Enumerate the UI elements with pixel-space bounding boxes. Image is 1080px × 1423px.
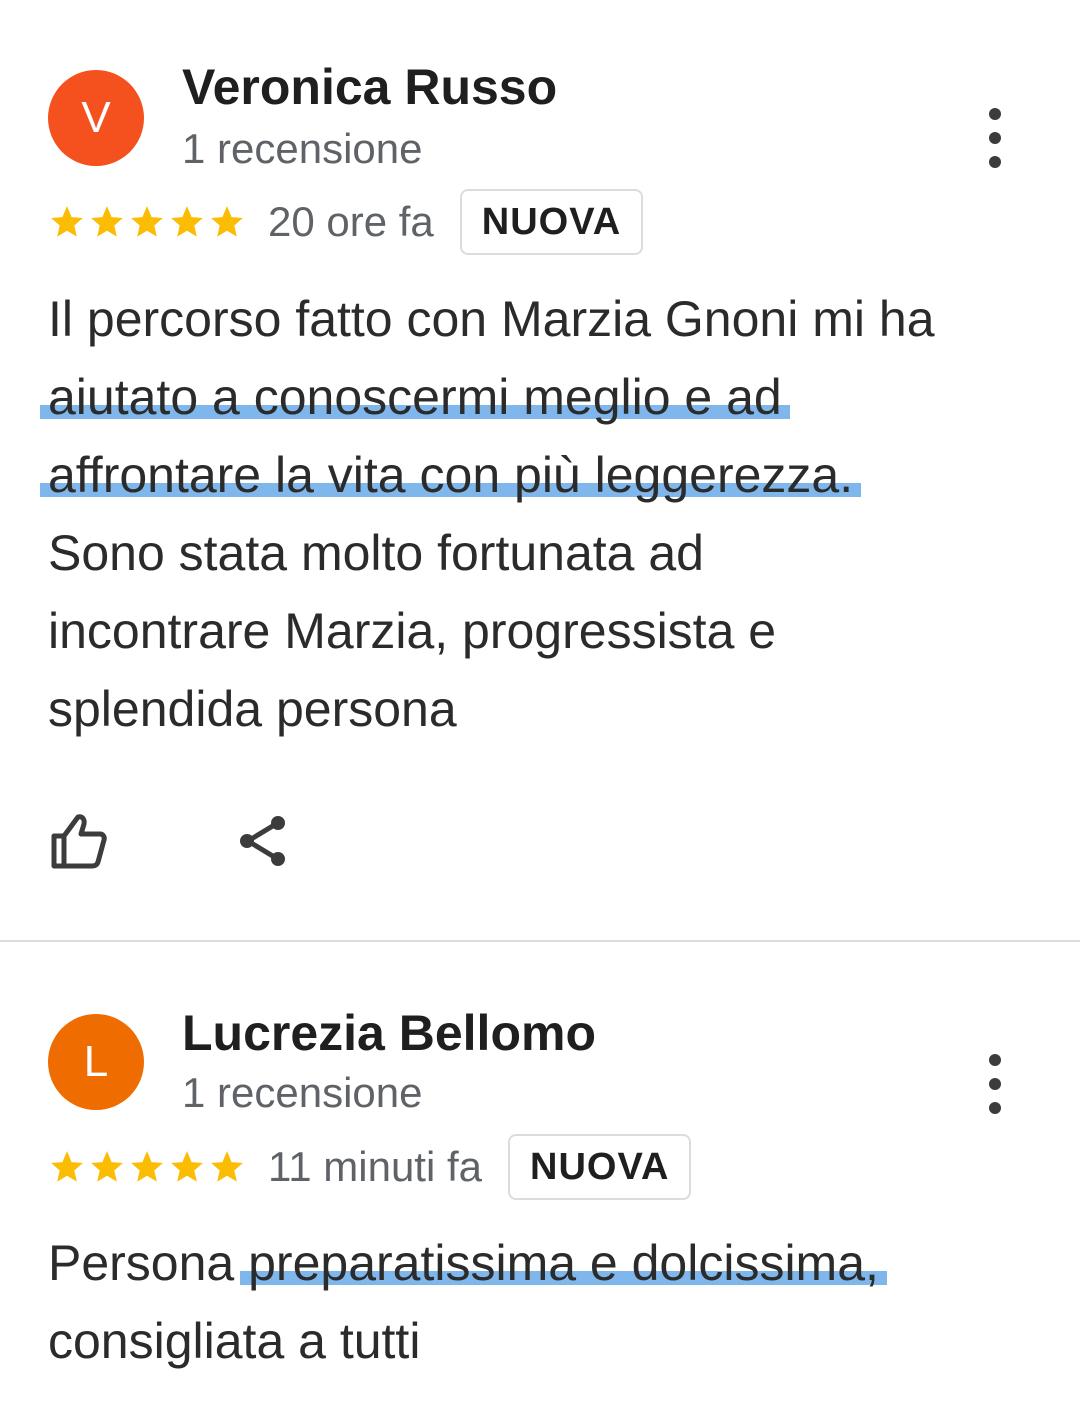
avatar[interactable]: V bbox=[48, 70, 144, 166]
share-icon[interactable] bbox=[238, 814, 288, 868]
star-icon bbox=[211, 206, 243, 237]
highlighted-text: affrontare la vita con più leggerezza. bbox=[48, 447, 854, 503]
rating-row: 11 minuti fa NUOVA bbox=[48, 1134, 692, 1200]
review-line: Il percorso fatto con Marzia Gnoni mi ha bbox=[48, 291, 935, 347]
review-line-highlighted: affrontare la vita con più leggerezza. bbox=[48, 436, 1048, 514]
review-line: splendida persona bbox=[48, 681, 457, 737]
star-icon bbox=[91, 206, 123, 237]
rating-row: 20 ore fa NUOVA bbox=[48, 189, 644, 255]
more-vert-icon[interactable] bbox=[980, 1054, 1010, 1114]
avatar[interactable]: L bbox=[48, 1014, 144, 1110]
review-card: L Lucrezia Bellomo 1 recensione 11 minut… bbox=[0, 942, 1080, 1423]
review-time: 20 ore fa bbox=[268, 198, 434, 245]
reviewer-name[interactable]: Lucrezia Bellomo bbox=[182, 1008, 596, 1058]
highlight-mark: preparatissima e dolcissima, bbox=[248, 1235, 879, 1291]
review-text-prefix: Persona bbox=[48, 1235, 249, 1291]
review-line: consigliata a tutti bbox=[48, 1313, 421, 1369]
highlighted-text: aiutato a conoscermi meglio e ad bbox=[48, 369, 782, 425]
star-icon bbox=[171, 206, 203, 237]
review-line-highlighted: aiutato a conoscermi meglio e ad bbox=[48, 358, 1048, 436]
review-line: Persona preparatissima e dolcissima, bbox=[48, 1224, 1048, 1302]
thumb-up-icon[interactable] bbox=[48, 812, 108, 870]
star-rating bbox=[48, 203, 246, 241]
review-text: Il percorso fatto con Marzia Gnoni mi ha… bbox=[48, 280, 1048, 748]
review-line: incontrare Marzia, progressista e bbox=[48, 603, 777, 659]
reviewer-name[interactable]: Veronica Russo bbox=[182, 62, 557, 112]
avatar-letter: V bbox=[81, 93, 111, 142]
highlight-mark: aiutato a conoscermi meglio e ad bbox=[48, 369, 782, 425]
highlight-mark: affrontare la vita con più leggerezza. bbox=[48, 447, 853, 503]
star-icon bbox=[91, 1151, 123, 1182]
new-badge: NUOVA bbox=[508, 1134, 692, 1200]
star-icon bbox=[171, 1151, 203, 1182]
review-time: 11 minuti fa bbox=[268, 1143, 482, 1190]
review-actions bbox=[48, 812, 288, 870]
review-text: Persona preparatissima e dolcissima, con… bbox=[48, 1224, 1048, 1380]
review-card: V Veronica Russo 1 recensione 20 ore fa … bbox=[0, 0, 1080, 940]
new-badge: NUOVA bbox=[459, 189, 644, 255]
star-icon bbox=[211, 1151, 243, 1182]
more-vert-icon[interactable] bbox=[980, 108, 1010, 168]
star-icon bbox=[51, 206, 83, 237]
star-icon bbox=[131, 1151, 163, 1182]
avatar-letter: L bbox=[83, 1037, 109, 1086]
star-icon bbox=[131, 206, 163, 237]
star-icon bbox=[51, 1151, 83, 1182]
review-count: 1 recensione bbox=[182, 1069, 423, 1116]
highlighted-text: preparatissima e dolcissima, bbox=[248, 1235, 879, 1291]
star-rating bbox=[48, 1148, 246, 1186]
review-line: Sono stata molto fortunata ad bbox=[48, 525, 704, 581]
review-count: 1 recensione bbox=[182, 125, 423, 172]
